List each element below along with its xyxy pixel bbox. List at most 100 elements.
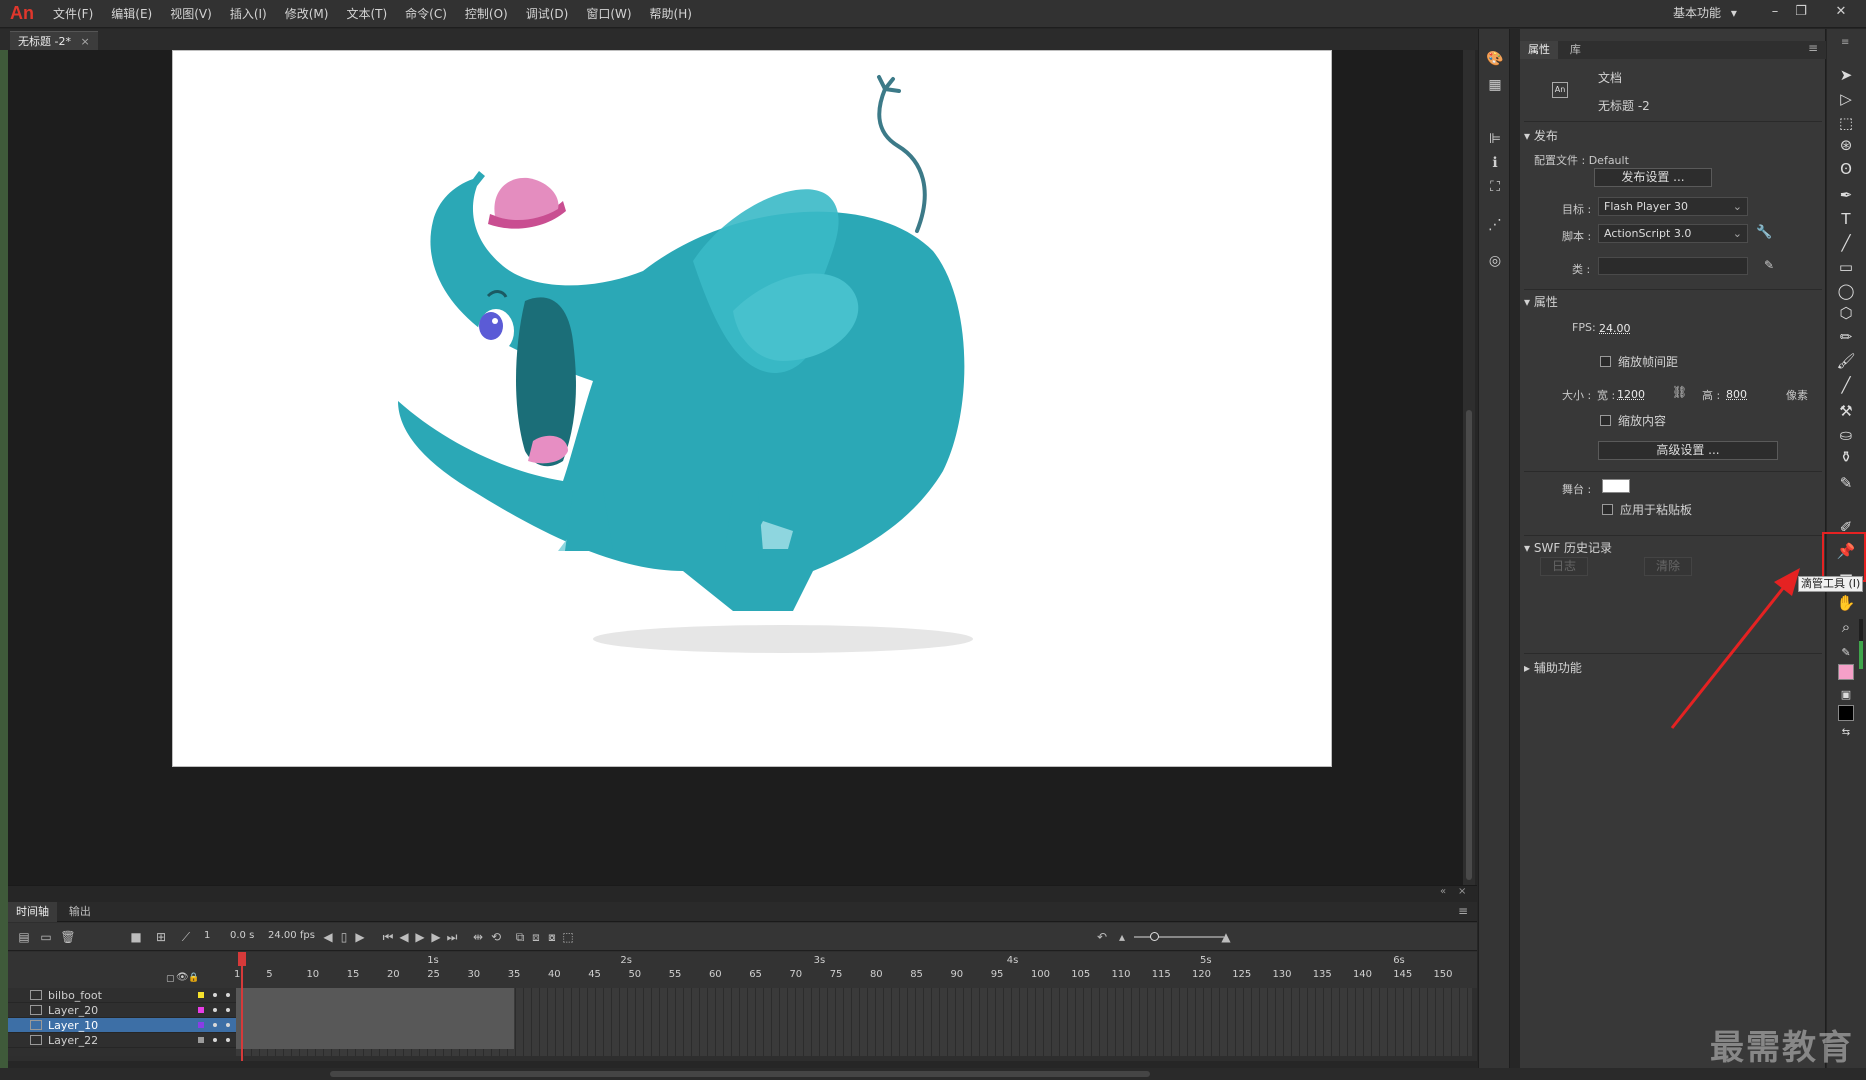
onion-outline-icon[interactable]: ⧈ — [528, 929, 544, 945]
pencil-icon[interactable]: ✎ — [1764, 258, 1774, 272]
camera-icon[interactable]: ■ — [128, 929, 144, 945]
step-back-icon[interactable]: ◀ — [396, 929, 412, 945]
delete-layer-icon[interactable]: 🗑 — [60, 929, 76, 945]
frame-grid[interactable] — [236, 988, 1472, 1056]
lock-all-icon[interactable]: 🔒 — [188, 973, 199, 983]
scrollbar-thumb[interactable] — [330, 1071, 1150, 1077]
ink-bottle-tool-icon[interactable]: ⚱ — [1836, 447, 1856, 467]
timeline-zoom-slider[interactable] — [1134, 932, 1224, 941]
menu-file[interactable]: 文件(F) — [44, 0, 102, 28]
insert-keyframe-icon[interactable]: ▯ — [336, 929, 352, 945]
tab-timeline[interactable]: 时间轴 — [8, 902, 57, 922]
collapse-icon[interactable]: « — [1440, 886, 1446, 897]
cc-libraries-icon[interactable]: ◎ — [1485, 251, 1505, 271]
close-icon[interactable]: × — [1458, 886, 1466, 897]
layer-color-icon[interactable] — [198, 1007, 204, 1013]
layer-visibility-dot[interactable] — [213, 1023, 217, 1027]
onion-skin-icon[interactable]: ⧉ — [512, 929, 528, 945]
stroke-color-swatch[interactable] — [1838, 705, 1854, 721]
script-select[interactable]: ActionScript 3.0 ⌄ — [1598, 224, 1748, 243]
paint-bucket-tool-icon[interactable]: ⛀ — [1836, 425, 1856, 445]
layer-color-icon[interactable] — [198, 1037, 204, 1043]
show-hide-all-icon[interactable]: 👁 — [176, 972, 189, 983]
play-icon[interactable]: ▶ — [412, 929, 428, 945]
publish-section[interactable]: ▾ 发布 — [1524, 127, 1558, 144]
tab-output[interactable]: 输出 — [61, 902, 99, 922]
selection-tool-icon[interactable]: ➤ — [1836, 65, 1856, 85]
lasso-tool-icon[interactable]: ʘ — [1836, 159, 1856, 179]
zoom-out-icon[interactable]: ▴ — [1114, 929, 1130, 945]
eyedropper-icon[interactable]: ✎ — [1836, 473, 1856, 493]
timeline-ruler[interactable]: ▢ 👁 🔒 1s 2s 3s 4s 5s 6s 1 5 10 15 20 25 30 35 40 45 50 55… — [8, 952, 1477, 988]
zoom-tool-icon[interactable]: ⌕ — [1836, 617, 1856, 637]
pencil-tool-icon[interactable]: ✏ — [1836, 327, 1856, 347]
line-tool-icon[interactable]: ╱ — [1836, 233, 1856, 253]
scale-content-checkbox[interactable] — [1600, 415, 1611, 426]
edit-multiple-icon[interactable]: ⧇ — [544, 929, 560, 945]
undo-zoom-icon[interactable]: ↶ — [1094, 929, 1110, 945]
3d-rotation-tool-icon[interactable]: ⊛ — [1836, 135, 1856, 155]
layer-color-icon[interactable] — [198, 1022, 204, 1028]
restore-button[interactable]: ❐ — [1788, 2, 1814, 22]
oval-tool-icon[interactable]: ◯ — [1836, 281, 1856, 301]
paint-brush-tool-icon[interactable]: 🖌 — [1836, 351, 1856, 371]
panel-menu-icon[interactable]: ≡ — [1808, 41, 1818, 55]
layer-visibility-dot[interactable] — [213, 993, 217, 997]
rectangle-tool-icon[interactable]: ▭ — [1836, 257, 1856, 277]
subselection-tool-icon[interactable]: ▷ — [1836, 89, 1856, 109]
menu-insert[interactable]: 插入(I) — [221, 0, 276, 28]
swatches-icon[interactable]: ▦ — [1485, 75, 1505, 95]
text-tool-icon[interactable]: T — [1836, 209, 1856, 229]
stage-color-swatch[interactable] — [1602, 479, 1630, 493]
bottom-scrollbar[interactable] — [0, 1068, 1866, 1080]
layer-header-outline-icon[interactable]: ▢ — [166, 974, 175, 984]
info-icon[interactable]: ℹ — [1485, 153, 1505, 173]
zoom-in-icon[interactable]: ▲ — [1218, 929, 1234, 945]
layer-visibility-dot[interactable] — [213, 1038, 217, 1042]
step-forward-icon[interactable]: ▶ — [428, 929, 444, 945]
playhead[interactable] — [238, 952, 246, 1064]
width-value[interactable]: 1200 — [1617, 388, 1645, 401]
swf-history-section[interactable]: ▾ SWF 历史记录 — [1524, 539, 1612, 556]
elapsed-time[interactable]: 0.0 s — [230, 930, 254, 941]
prev-keyframe-icon[interactable]: ◀ — [320, 929, 336, 945]
scrollbar-thumb[interactable] — [1466, 410, 1472, 880]
layer-visibility-dot[interactable] — [226, 993, 230, 997]
color-palette-icon[interactable]: 🎨 — [1485, 49, 1505, 69]
accessibility-section[interactable]: ▸ 辅助功能 — [1524, 659, 1582, 676]
panel-menu-icon[interactable]: ≡ — [1841, 37, 1849, 48]
layer-visibility-dot[interactable] — [226, 1038, 230, 1042]
hand-tool-icon[interactable]: ✋ — [1836, 593, 1856, 613]
current-frame[interactable]: 1 — [204, 930, 210, 941]
menu-commands[interactable]: 命令(C) — [396, 0, 456, 28]
attributes-section[interactable]: ▾ 属性 — [1524, 293, 1558, 310]
target-select[interactable]: Flash Player 30 ⌄ — [1598, 197, 1748, 216]
advanced-settings-button[interactable]: 高级设置 ... — [1598, 441, 1778, 460]
swap-colors-icon[interactable]: ⇆ — [1836, 723, 1856, 743]
bone-tool-icon[interactable]: ⚒ — [1836, 401, 1856, 421]
layer-row[interactable]: Layer_10 — [8, 1018, 236, 1033]
polystar-tool-icon[interactable]: ⬡ — [1836, 303, 1856, 323]
layer-color-icon[interactable] — [198, 992, 204, 998]
apply-pasteboard-checkbox[interactable] — [1602, 504, 1613, 515]
components-icon[interactable]: ⋰ — [1485, 215, 1505, 235]
log-button[interactable]: 日志 — [1540, 557, 1588, 576]
tab-close-icon[interactable]: × — [80, 35, 89, 48]
last-frame-icon[interactable]: ⏭ — [444, 929, 460, 945]
fps-value[interactable]: 24.00 — [1599, 322, 1631, 335]
parent-layer-icon[interactable]: ⊞ — [153, 929, 169, 945]
next-keyframe-icon[interactable]: ▶ — [352, 929, 368, 945]
link-icon[interactable]: ⛓ — [1672, 385, 1687, 399]
fill-color-swatch[interactable] — [1838, 664, 1854, 680]
menu-view[interactable]: 视图(V) — [161, 0, 221, 28]
menu-window[interactable]: 窗口(W) — [577, 0, 640, 28]
menu-modify[interactable]: 修改(M) — [276, 0, 338, 28]
height-value[interactable]: 800 — [1726, 388, 1747, 401]
menu-help[interactable]: 帮助(H) — [641, 0, 701, 28]
publish-settings-button[interactable]: 发布设置 ... — [1594, 168, 1712, 187]
menu-text[interactable]: 文本(T) — [337, 0, 396, 28]
layer-row[interactable]: Layer_22 — [8, 1033, 236, 1048]
scale-spans-checkbox[interactable] — [1600, 356, 1611, 367]
stage-vertical-scrollbar[interactable] — [1463, 50, 1475, 885]
panel-menu-icon[interactable]: ≡ — [1458, 904, 1468, 918]
